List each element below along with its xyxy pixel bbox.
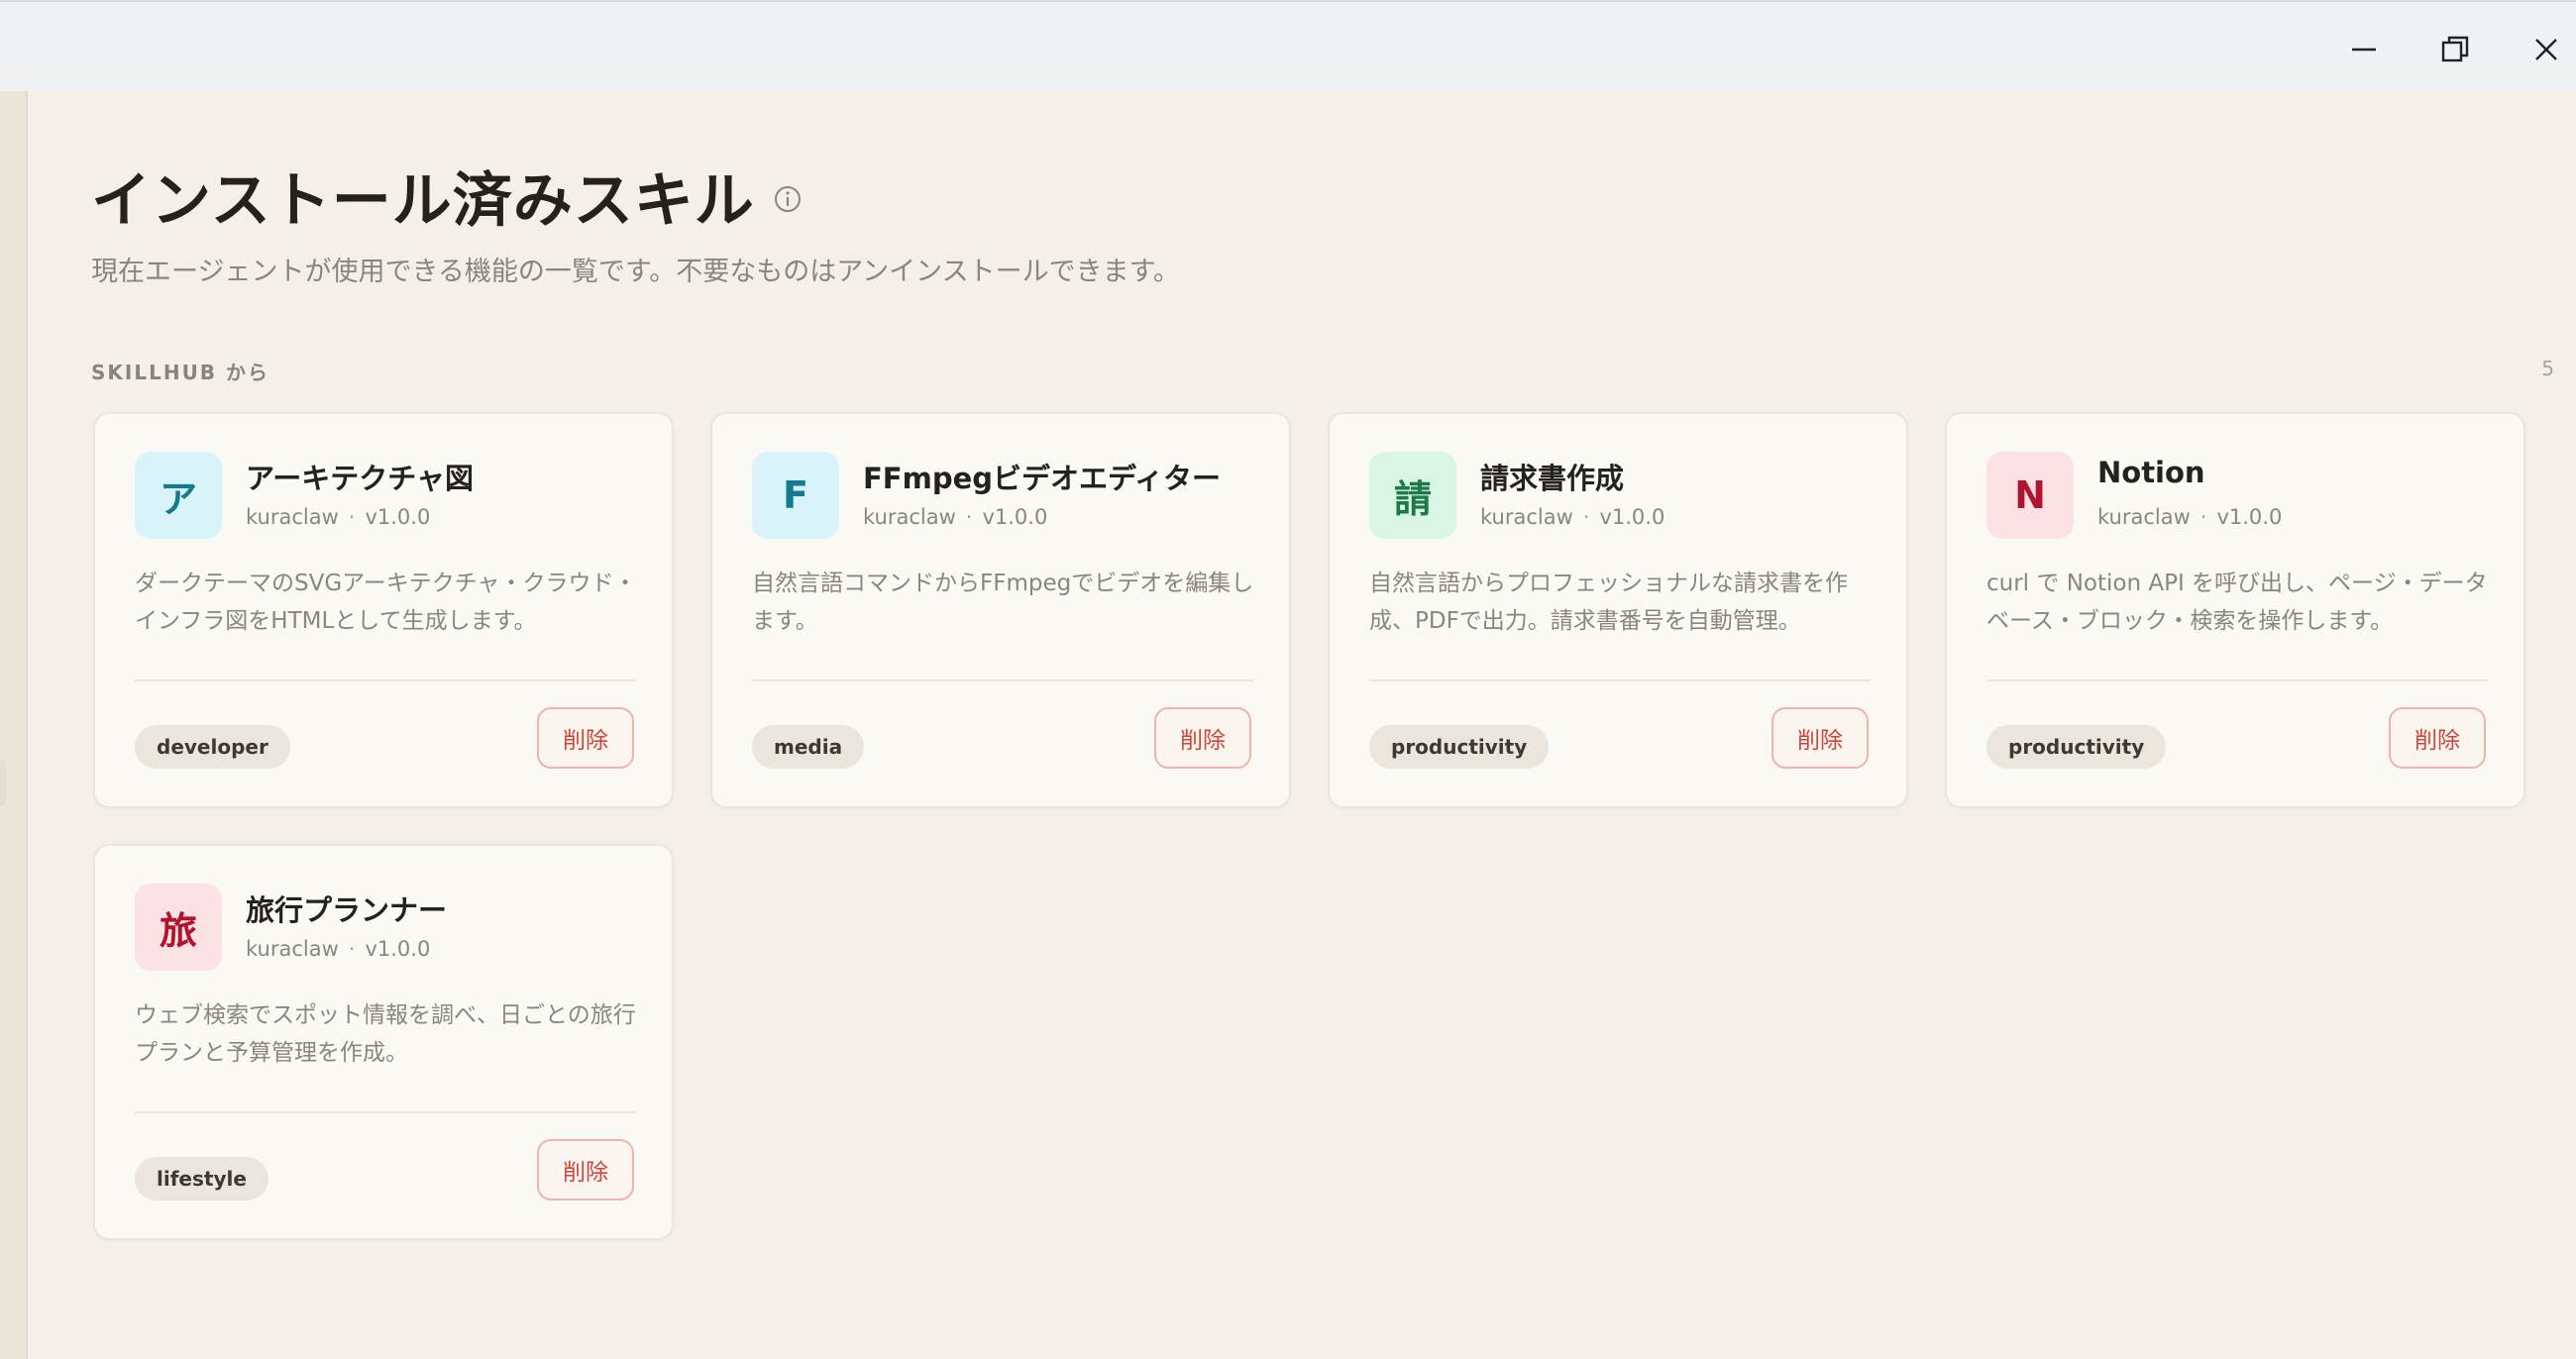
- skill-name: Notion: [2097, 456, 2205, 489]
- skill-tag: developer: [135, 725, 290, 769]
- skill-tag: productivity: [1369, 725, 1550, 769]
- skill-tag: media: [752, 725, 865, 769]
- skill-version: v1.0.0: [365, 937, 431, 961]
- page-subtitle: 現在エージェントが使用できる機能の一覧です。不要なものはアンインストールできます…: [91, 257, 1180, 287]
- skill-card-ffmpeg-video-editor: F FFmpegビデオエディター kuraclaw · v1.0.0 自然言語コマン…: [710, 412, 1291, 808]
- delete-button[interactable]: 削除: [1771, 707, 1869, 769]
- skill-name: FFmpegビデオエディター: [863, 462, 1221, 495]
- skill-author: kuraclaw: [1480, 505, 1573, 529]
- skill-card-invoice-creation: 請 請求書作成 kuraclaw · v1.0.0 自然言語からプロフェッショナルな…: [1328, 412, 1908, 808]
- skill-meta: kuraclaw · v1.0.0: [1480, 505, 1664, 529]
- delete-button[interactable]: 削除: [1154, 707, 1251, 769]
- sidebar-resize-handle[interactable]: [0, 761, 6, 806]
- skill-meta: kuraclaw · v1.0.0: [246, 505, 430, 529]
- skill-card-architecture-diagram: ア アーキテクチャ図 kuraclaw · v1.0.0 ダークテーマのSVGアーキ…: [93, 412, 674, 808]
- section-count: 5: [2541, 357, 2554, 380]
- main-content: インストール済みスキル 現在エージェントが使用できる機能の一覧です。不要なものは…: [28, 91, 2576, 1359]
- meta-separator: ·: [965, 505, 973, 529]
- skill-name: アーキテクチャ図: [246, 462, 474, 495]
- delete-button[interactable]: 削除: [2389, 707, 2486, 769]
- minimize-icon: [2352, 48, 2376, 52]
- delete-button[interactable]: 削除: [537, 1139, 634, 1201]
- skill-tag: lifestyle: [135, 1157, 268, 1201]
- skill-icon: F: [752, 452, 839, 539]
- section-label: SKILLHUB から: [91, 361, 270, 384]
- skill-icon: ア: [135, 452, 222, 539]
- skill-version: v1.0.0: [2216, 505, 2283, 529]
- card-divider: [1986, 680, 2488, 681]
- delete-button[interactable]: 削除: [537, 707, 634, 769]
- meta-separator: ·: [1582, 505, 1590, 529]
- card-divider: [1369, 680, 1871, 681]
- skill-name: 請求書作成: [1480, 462, 1625, 495]
- skill-meta: kuraclaw · v1.0.0: [863, 505, 1047, 529]
- skill-description: ウェブ検索でスポット情報を調べ、日ごとの旅行プランと予算管理を作成。: [135, 1002, 636, 1066]
- skill-name: 旅行プランナー: [246, 893, 448, 927]
- skill-version: v1.0.0: [982, 505, 1048, 529]
- skill-author: kuraclaw: [863, 505, 956, 529]
- skill-description: 自然言語からプロフェッショナルな請求書を作成、PDFで出力。請求書番号を自動管理…: [1369, 571, 1848, 634]
- sidebar-edge: [0, 91, 28, 1359]
- card-divider: [135, 680, 636, 681]
- meta-separator: ·: [2200, 505, 2207, 529]
- close-icon: [2535, 39, 2557, 60]
- skill-author: kuraclaw: [2097, 505, 2191, 529]
- skill-description: ダークテーマのSVGアーキテクチャ・クラウド・インフラ図をHTMLとして生成しま…: [135, 571, 637, 634]
- window-titlebar: [0, 0, 2576, 91]
- skill-meta: kuraclaw · v1.0.0: [246, 937, 430, 961]
- meta-separator: ·: [348, 937, 356, 961]
- skill-description: curl で Notion API を呼び出し、ページ・データベース・ブロック・…: [1986, 571, 2488, 634]
- restore-icon: [2441, 36, 2469, 62]
- skill-version: v1.0.0: [365, 505, 431, 529]
- card-divider: [752, 680, 1253, 681]
- meta-separator: ·: [348, 505, 356, 529]
- restore-window-button[interactable]: [2425, 20, 2485, 79]
- card-divider: [135, 1111, 636, 1113]
- skill-icon: 旅: [135, 884, 222, 971]
- info-icon[interactable]: [773, 184, 803, 214]
- skill-author: kuraclaw: [246, 937, 339, 961]
- skill-icon: 請: [1369, 452, 1456, 539]
- skill-author: kuraclaw: [246, 505, 339, 529]
- page-title: インストール済みスキル: [91, 166, 755, 236]
- skill-card-travel-planner: 旅 旅行プランナー kuraclaw · v1.0.0 ウェブ検索でスポット情報を調…: [93, 844, 674, 1240]
- close-window-button[interactable]: [2517, 20, 2576, 79]
- skill-meta: kuraclaw · v1.0.0: [2097, 505, 2282, 529]
- skill-description: 自然言語コマンドからFFmpegでビデオを編集します。: [752, 571, 1254, 634]
- skill-version: v1.0.0: [1599, 505, 1665, 529]
- skill-card-notion: N Notion kuraclaw · v1.0.0 curl で Notion A…: [1945, 412, 2525, 808]
- minimize-window-button[interactable]: [2334, 20, 2394, 79]
- skill-tag: productivity: [1986, 725, 2167, 769]
- skill-icon: N: [1986, 452, 2074, 539]
